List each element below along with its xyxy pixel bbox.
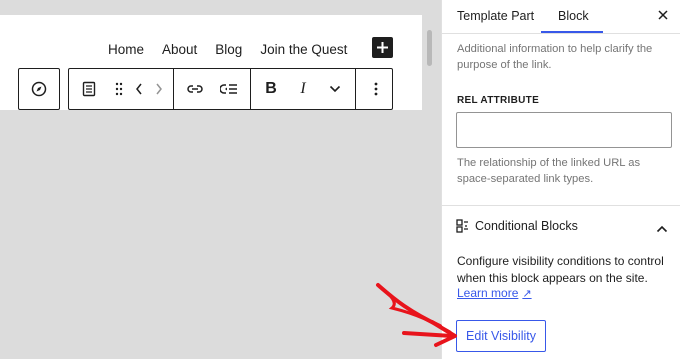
bold-button[interactable]: B — [255, 71, 287, 107]
settings-sidebar: Template Part Block Additional informati… — [441, 0, 680, 359]
more-vertical-icon — [374, 82, 378, 96]
learn-more-label: Learn more — [457, 286, 519, 300]
navigation-menu: Home About Blog Join the Quest — [108, 37, 393, 58]
nav-item-about[interactable]: About — [162, 42, 197, 57]
chevron-down-icon — [329, 85, 341, 93]
rel-attribute-label: REL ATTRIBUTE — [457, 95, 540, 106]
more-formatting-button[interactable] — [319, 71, 351, 107]
block-type-button[interactable] — [69, 71, 109, 107]
drag-handle[interactable] — [109, 71, 129, 107]
nav-item-blog[interactable]: Blog — [215, 42, 242, 57]
link-description-help: Additional information to help clarify t… — [457, 43, 653, 71]
conditional-blocks-icon — [456, 219, 468, 233]
chevron-up-icon — [656, 225, 668, 233]
learn-more-link[interactable]: Learn more ↗ — [457, 286, 532, 300]
nav-item-join-the-quest[interactable]: Join the Quest — [260, 42, 347, 57]
canvas-scrollbar[interactable] — [427, 30, 432, 66]
submenu-icon — [220, 84, 237, 94]
toolbar-divider — [355, 69, 356, 109]
toolbar-divider — [250, 69, 251, 109]
italic-button[interactable]: I — [287, 71, 319, 107]
add-block-button[interactable] — [372, 37, 393, 58]
plus-icon — [377, 42, 388, 53]
move-left-button[interactable] — [129, 71, 149, 107]
rel-attribute-help: The relationship of the linked URL as sp… — [457, 157, 641, 185]
collapse-panel-button[interactable] — [656, 220, 668, 238]
bold-icon: B — [265, 80, 277, 97]
active-tab-indicator — [541, 31, 603, 33]
tab-template-part[interactable]: Template Part — [457, 9, 534, 23]
toolbar-divider — [173, 69, 174, 109]
options-button[interactable] — [360, 71, 392, 107]
toolbar-group-main: B I — [68, 68, 393, 110]
drag-handle-icon — [115, 82, 123, 96]
panel-title: Conditional Blocks — [475, 219, 578, 233]
italic-icon: I — [300, 80, 306, 97]
external-link-icon: ↗ — [522, 287, 532, 300]
select-parent-button[interactable] — [25, 71, 53, 107]
panel-divider — [442, 205, 680, 206]
nav-item-home[interactable]: Home — [108, 42, 144, 57]
link-button[interactable] — [178, 71, 212, 107]
close-icon — [658, 10, 668, 20]
rel-attribute-input[interactable] — [456, 112, 672, 148]
block-toolbar: B I — [18, 68, 393, 110]
edit-visibility-button[interactable]: Edit Visibility — [456, 320, 546, 352]
tab-block[interactable]: Block — [558, 9, 589, 23]
document-icon — [82, 81, 96, 97]
chevron-left-icon — [136, 83, 142, 95]
sidebar-tabs: Template Part Block — [442, 0, 680, 34]
compass-icon — [31, 81, 47, 97]
toolbar-group-parent — [18, 68, 60, 110]
move-right-button[interactable] — [149, 71, 169, 107]
conditional-blocks-panel-header[interactable]: Conditional Blocks — [456, 219, 578, 233]
link-icon — [187, 85, 203, 93]
close-sidebar-button[interactable] — [656, 8, 670, 22]
chevron-right-icon — [156, 83, 162, 95]
panel-description: Configure visibility conditions to contr… — [457, 254, 664, 285]
add-submenu-button[interactable] — [212, 71, 246, 107]
